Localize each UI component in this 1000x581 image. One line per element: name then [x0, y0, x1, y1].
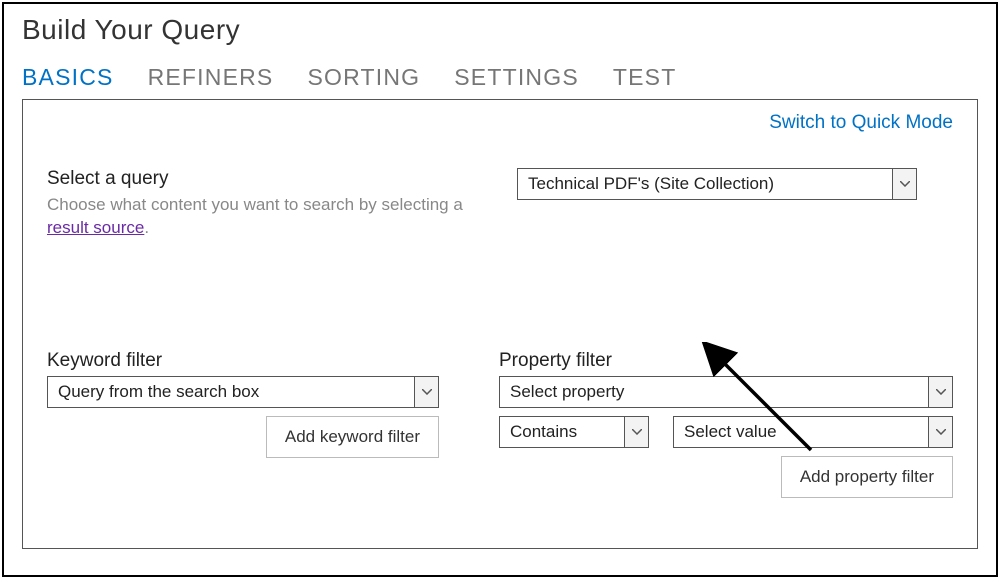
chevron-down-icon	[928, 417, 952, 447]
chevron-down-icon	[414, 377, 438, 407]
keyword-filter-dropdown[interactable]: Query from the search box	[47, 376, 439, 408]
property-select-value: Select property	[500, 377, 928, 407]
chevron-down-icon	[892, 169, 916, 199]
keyword-filter-value: Query from the search box	[48, 377, 414, 407]
select-query-help: Choose what content you want to search b…	[47, 194, 477, 240]
property-select-dropdown[interactable]: Select property	[499, 376, 953, 408]
tab-strip: BASICS REFINERS SORTING SETTINGS TEST	[22, 64, 978, 91]
select-query-help-text: Choose what content you want to search b…	[47, 195, 463, 214]
basics-panel: Switch to Quick Mode Select a query Choo…	[22, 99, 978, 549]
operator-value: Contains	[500, 417, 624, 447]
select-query-value: Technical PDF's (Site Collection)	[518, 169, 892, 199]
tab-sorting[interactable]: SORTING	[307, 64, 420, 91]
select-query-label: Select a query	[47, 168, 477, 190]
tab-basics[interactable]: BASICS	[22, 64, 114, 91]
keyword-filter-label: Keyword filter	[47, 350, 439, 372]
chevron-down-icon	[928, 377, 952, 407]
value-dropdown[interactable]: Select value	[673, 416, 953, 448]
select-query-dropdown[interactable]: Technical PDF's (Site Collection)	[517, 168, 917, 200]
tab-settings[interactable]: SETTINGS	[454, 64, 579, 91]
build-query-dialog: Build Your Query BASICS REFINERS SORTING…	[2, 2, 998, 577]
add-keyword-filter-button[interactable]: Add keyword filter	[266, 416, 439, 458]
select-query-row: Select a query Choose what content you w…	[47, 168, 953, 240]
tab-test[interactable]: TEST	[613, 64, 677, 91]
value-value: Select value	[674, 417, 928, 447]
operator-dropdown[interactable]: Contains	[499, 416, 649, 448]
switch-mode-link[interactable]: Switch to Quick Mode	[47, 112, 953, 134]
result-source-link[interactable]: result source	[47, 218, 144, 237]
dialog-title: Build Your Query	[22, 14, 978, 46]
select-query-help-suffix: .	[144, 218, 149, 237]
add-property-filter-button[interactable]: Add property filter	[781, 456, 953, 498]
property-filter-label: Property filter	[499, 350, 953, 372]
tab-refiners[interactable]: REFINERS	[148, 64, 274, 91]
chevron-down-icon	[624, 417, 648, 447]
